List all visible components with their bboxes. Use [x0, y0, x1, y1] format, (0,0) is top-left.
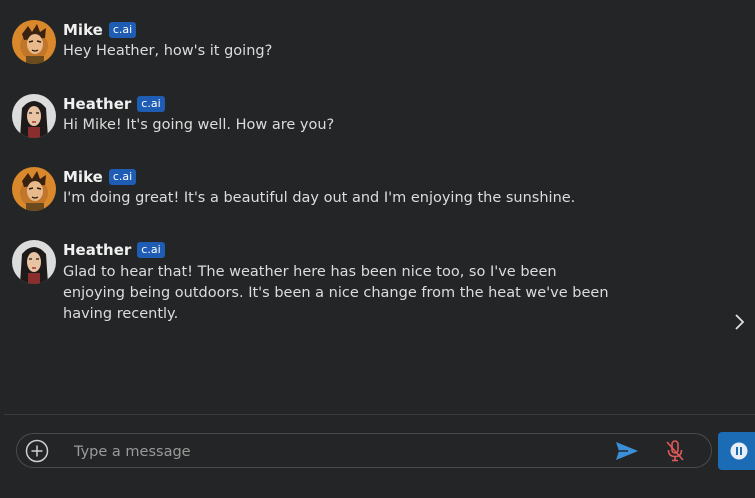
message-item: Mike c.ai Hey Heather, how's it going?: [12, 20, 618, 64]
author-name: Mike: [63, 21, 103, 39]
avatar-heather[interactable]: [12, 240, 56, 284]
cai-badge: c.ai: [108, 169, 137, 185]
message-text: Hi Mike! It's going well. How are you?: [63, 117, 335, 133]
message-text: I'm doing great! It's a beautiful day ou…: [63, 190, 576, 206]
send-icon[interactable]: [615, 441, 639, 461]
message-text: Glad to hear that! The weather here has …: [63, 264, 609, 322]
avatar-mike[interactable]: [12, 20, 56, 64]
message-item: Heather c.ai Hi Mike! It's going well. H…: [12, 94, 618, 138]
chevron-right-icon[interactable]: [732, 312, 748, 332]
divider: [4, 414, 755, 415]
cai-badge: c.ai: [137, 242, 165, 258]
pause-icon: [730, 442, 748, 460]
pause-button[interactable]: [718, 432, 755, 470]
avatar-mike[interactable]: [12, 167, 56, 211]
author-name: Heather: [63, 241, 132, 259]
message-composer: [16, 433, 712, 469]
cai-badge: c.ai: [137, 96, 165, 112]
author-name: Heather: [63, 95, 132, 113]
mic-off-icon[interactable]: [665, 440, 685, 462]
cai-badge: c.ai: [108, 22, 137, 38]
message-item: Mike c.ai I'm doing great! It's a beauti…: [12, 167, 618, 211]
plus-circle-icon[interactable]: [25, 439, 49, 463]
avatar-heather[interactable]: [12, 94, 56, 138]
message-text: Hey Heather, how's it going?: [63, 43, 273, 59]
message-item: Heather c.ai Glad to hear that! The weat…: [12, 240, 618, 325]
chat-messages: Mike c.ai Hey Heather, how's it going? H…: [0, 0, 755, 414]
message-input[interactable]: [72, 434, 596, 469]
author-name: Mike: [63, 168, 103, 186]
